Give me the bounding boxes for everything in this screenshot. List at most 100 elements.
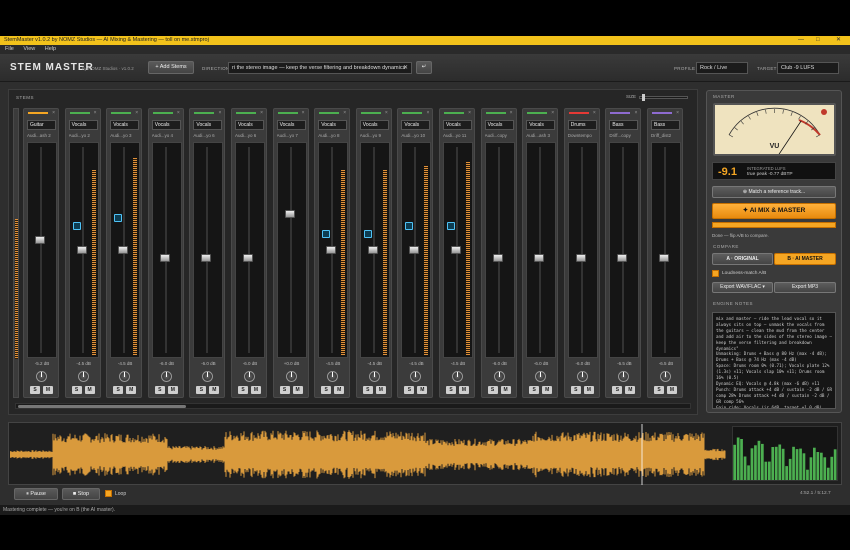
mute-button[interactable]: M [292,386,303,394]
mute-button[interactable]: M [167,386,178,394]
profile-select[interactable]: Rock / Live [696,62,748,74]
pan-knob[interactable] [160,371,172,382]
remove-channel-icon[interactable]: × [343,110,346,116]
size-slider[interactable] [639,94,688,101]
channel-name[interactable]: Bass [651,120,680,130]
mute-button[interactable]: M [667,386,677,394]
mute-button[interactable]: M [500,386,511,394]
solo-button[interactable]: S [196,386,207,394]
channel-name[interactable]: Guitar [27,120,56,130]
volume-fader[interactable] [492,253,503,262]
volume-fader[interactable] [326,246,337,254]
loudness-match-checkbox[interactable] [712,270,719,277]
volume-fader[interactable] [659,253,669,262]
channel-name[interactable]: Vocals [401,120,431,130]
compare-a-button[interactable]: A · ORIGINAL [712,253,773,265]
channel-name[interactable]: Vocals [110,120,140,130]
remove-channel-icon[interactable]: × [94,110,97,116]
remove-channel-icon[interactable]: × [218,110,221,116]
pan-knob[interactable] [660,371,671,382]
channel-name[interactable]: Bass [609,120,639,130]
mute-button[interactable]: M [209,386,220,394]
volume-fader[interactable] [243,253,253,262]
submit-direction-button[interactable]: ↵ [416,61,432,74]
channel-name[interactable]: Drums [567,120,597,130]
pan-knob[interactable] [576,371,588,382]
add-stems-button[interactable]: + Add Stems [148,61,194,74]
volume-fader[interactable] [159,253,170,262]
stems-scrollbar[interactable] [15,403,691,409]
pan-knob[interactable] [327,371,339,382]
volume-fader[interactable] [575,253,586,262]
export-mp3-button[interactable]: Export MP3 [774,282,836,293]
pan-knob[interactable] [36,371,47,382]
solo-button[interactable]: S [612,386,623,394]
channel-name[interactable]: Vocals [68,120,98,130]
remove-channel-icon[interactable]: × [135,110,138,116]
pan-knob[interactable] [410,371,422,382]
volume-fader[interactable] [284,210,295,219]
menu-view[interactable]: View [23,46,35,52]
remove-channel-icon[interactable]: × [551,110,554,116]
mute-button[interactable]: M [251,386,261,394]
channel-name[interactable]: Vocals [443,120,472,130]
export-wav-button[interactable]: Export WAV/FLAC ▾ [712,282,773,293]
remove-channel-icon[interactable]: × [676,110,679,116]
channel-name[interactable]: Vocals [484,120,514,130]
channel-name[interactable]: Vocals [151,120,181,130]
direction-input[interactable]: ri the stereo image — keep the verse fil… [228,62,412,74]
mute-button[interactable]: M [459,386,469,394]
solo-button[interactable]: S [487,386,498,394]
solo-button[interactable]: S [529,386,540,394]
pause-button[interactable]: ⏸ Pause [14,488,58,500]
mute-button[interactable]: M [126,386,137,394]
remove-channel-icon[interactable]: × [177,110,180,116]
solo-button[interactable]: S [71,386,82,394]
close-window-button[interactable]: ✕ [836,36,841,45]
pan-knob[interactable] [368,371,380,382]
solo-button[interactable]: S [279,386,290,394]
channel-name[interactable]: Vocals [193,120,223,130]
mute-button[interactable]: M [334,386,345,394]
size-slider-thumb[interactable] [642,94,645,101]
waveform-display[interactable] [10,424,726,485]
volume-fader[interactable] [76,246,87,254]
remove-channel-icon[interactable]: × [260,110,263,116]
channel-name[interactable]: Vocals [526,120,556,130]
solo-button[interactable]: S [654,386,664,394]
pan-knob[interactable] [618,371,630,382]
remove-channel-icon[interactable]: × [468,110,471,116]
remove-channel-icon[interactable]: × [593,110,596,116]
clear-direction-icon[interactable]: ✕ [403,64,408,71]
stems-scrollbar-thumb[interactable] [18,405,186,408]
channel-name[interactable]: Vocals [276,120,306,130]
menu-help[interactable]: Help [45,46,56,52]
pan-knob[interactable] [202,371,214,382]
match-reference-button[interactable]: ⊕ Match a reference track... [712,186,836,198]
remove-channel-icon[interactable]: × [510,110,513,116]
mute-button[interactable]: M [583,386,594,394]
volume-fader[interactable] [201,253,212,262]
minimize-button[interactable]: — [798,36,804,45]
solo-button[interactable]: S [321,386,332,394]
solo-button[interactable]: S [446,386,456,394]
volume-fader[interactable] [409,246,420,254]
loop-checkbox[interactable] [105,490,112,497]
solo-button[interactable]: S [30,386,40,394]
solo-button[interactable]: S [404,386,415,394]
pan-knob[interactable] [119,371,131,382]
solo-button[interactable]: S [238,386,248,394]
mute-button[interactable]: M [84,386,95,394]
pan-knob[interactable] [452,371,463,382]
volume-fader[interactable] [35,236,45,245]
remove-channel-icon[interactable]: × [52,110,55,116]
volume-fader[interactable] [617,253,628,262]
channel-name[interactable]: Vocals [235,120,264,130]
menu-file[interactable]: File [5,46,14,52]
channel-name[interactable]: Vocals [318,120,348,130]
solo-button[interactable]: S [570,386,581,394]
remove-channel-icon[interactable]: × [302,110,305,116]
maximize-button[interactable]: □ [816,36,820,45]
pan-knob[interactable] [535,371,547,382]
mute-button[interactable]: M [542,386,553,394]
